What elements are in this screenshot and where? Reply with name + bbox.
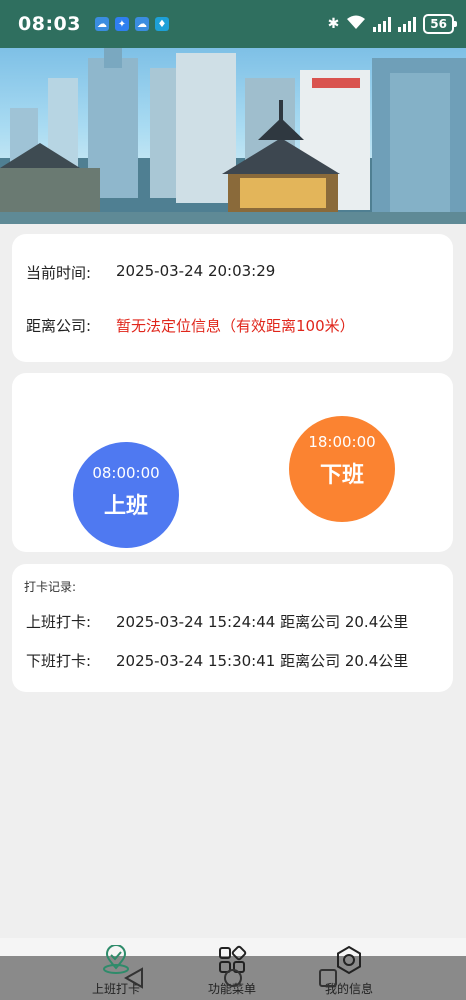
battery-level: 56	[430, 17, 447, 31]
current-time-value: 2025-03-24 20:03:29	[116, 262, 276, 280]
home-nav-icon[interactable]	[223, 967, 243, 989]
weather-app-icon: ☁	[94, 17, 109, 31]
current-time-label: 当前时间:	[26, 264, 92, 282]
battery-icon: 56	[423, 14, 457, 34]
signal-strength-2-icon	[398, 16, 417, 32]
clock-in-label: 上班	[103, 494, 148, 519]
back-nav-icon[interactable]	[124, 967, 144, 989]
cloud-app-icon: ☁	[134, 17, 149, 31]
distance-value: 暂无法定位信息（有效距离100米）	[116, 317, 355, 335]
app-notification-icon: ✦	[114, 17, 129, 31]
signal-strength-icon	[373, 16, 392, 32]
status-time: 08:03	[18, 13, 81, 35]
clock-in-button[interactable]: 08:00:00 上班	[73, 442, 179, 548]
clock-buttons-card: 08:00:00 上班 18:00:00 下班	[12, 373, 453, 552]
gear-icon	[299, 945, 399, 978]
tab-label: 上班打卡	[91, 982, 140, 996]
record-value: 2025-03-24 15:30:41 距离公司 20.4公里	[116, 652, 409, 670]
records-title: 打卡记录:	[24, 580, 77, 594]
clock-out-label: 下班	[319, 463, 364, 488]
recents-nav-icon[interactable]	[318, 967, 338, 989]
status-bar: 08:03 ☁ ✦ ☁ ♦ ✱ 56	[0, 0, 466, 48]
wifi-icon	[346, 14, 366, 34]
city-banner-image	[0, 48, 466, 224]
distance-row: 距离公司: 暂无法定位信息（有效距离100米）	[26, 315, 355, 336]
bulb-app-icon: ♦	[154, 17, 169, 31]
tab-my-info[interactable]: 我的信息	[299, 945, 399, 997]
clock-in-time: 08:00:00	[92, 464, 160, 482]
record-value: 2025-03-24 15:24:44 距离公司 20.4公里	[116, 613, 409, 631]
tab-label: 我的信息	[324, 982, 373, 996]
distance-label: 距离公司:	[26, 317, 92, 335]
clock-out-button[interactable]: 18:00:00 下班	[289, 416, 395, 522]
location-info-card: 当前时间: 2025-03-24 20:03:29 距离公司: 暂无法定位信息（…	[12, 234, 453, 362]
location-check-icon	[66, 944, 166, 978]
clock-out-time: 18:00:00	[308, 433, 376, 451]
tab-clock-in[interactable]: 上班打卡	[66, 944, 166, 997]
bluetooth-icon: ✱	[327, 16, 340, 32]
record-label: 下班打卡:	[26, 652, 92, 670]
record-row: 下班打卡: 2025-03-24 15:30:41 距离公司 20.4公里	[26, 650, 408, 671]
record-row: 上班打卡: 2025-03-24 15:24:44 距离公司 20.4公里	[26, 611, 408, 632]
current-time-row: 当前时间: 2025-03-24 20:03:29	[26, 262, 275, 283]
clock-records-card: 打卡记录: 上班打卡: 2025-03-24 15:24:44 距离公司 20.…	[12, 564, 453, 692]
record-label: 上班打卡:	[26, 613, 92, 631]
